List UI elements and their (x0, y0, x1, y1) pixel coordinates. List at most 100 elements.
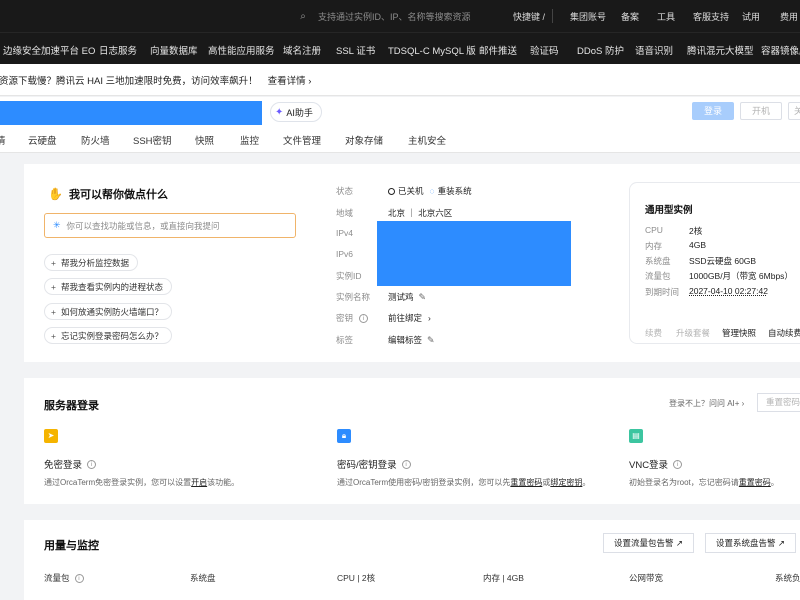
usage-monitor-card (24, 520, 800, 600)
spec-value: 1000GB/月（带宽 6Mbps） (689, 271, 793, 281)
nav-beian[interactable]: 备案 (621, 10, 639, 23)
product-item[interactable]: 边缘安全加速平台 EO (3, 43, 95, 57)
shutdown-button[interactable]: 关机 (788, 102, 800, 120)
stopped-status-icon (388, 187, 395, 195)
tab-host-security[interactable]: 主机安全 (408, 133, 446, 147)
edit-icon: ✎ (427, 334, 435, 345)
chevron-right-icon: › (428, 313, 431, 323)
vnc-login-desc: 初始登录名为root，忘记密码请重置密码。 (629, 478, 779, 487)
spec-key: 系统盘 (645, 256, 671, 266)
status-value: 已关机 ◌ 重装系统 (388, 185, 472, 197)
product-item[interactable]: SSL 证书 (336, 43, 375, 57)
upgrade-link[interactable]: 升级套餐 (676, 327, 710, 339)
ai-helper-title: ✋ 我可以帮你做点什么 (48, 186, 168, 202)
nav-tools[interactable]: 工具 (657, 10, 675, 23)
tab-file-manager[interactable]: 文件管理 (283, 133, 321, 147)
spec-value: SSD云硬盘 60GB (689, 256, 757, 266)
label-key: 密钥 i (336, 312, 369, 324)
product-item[interactable]: DDoS 防护 (577, 43, 624, 57)
instance-header: ✦ AI助手 登录 开机 关机 (0, 97, 800, 131)
ai-question-input[interactable]: ✳ 你可以查找功能或信息，或直接向我提问 (44, 213, 296, 238)
product-item[interactable]: 容器镜像服务 (761, 43, 800, 57)
product-item[interactable]: 高性能应用服务 (208, 43, 275, 57)
info-icon[interactable]: i (87, 459, 97, 469)
shortcut-hint[interactable]: 快捷键 / (513, 10, 545, 23)
tab-firewall[interactable]: 防火墙 (81, 133, 110, 147)
nav-group-account[interactable]: 集团账号 (570, 10, 606, 23)
product-item[interactable]: 向量数据库 (150, 43, 198, 57)
product-item[interactable]: 日志服务 (99, 43, 137, 57)
notice-text: 资源下载慢？腾讯云 HAI 三地加速限时免费，访问效率飙升！ (0, 75, 258, 87)
suggestion-chip[interactable]: + 帮我分析监控数据 (44, 254, 138, 271)
product-item[interactable]: 邮件推送 (479, 43, 517, 57)
tab-monitor[interactable]: 监控 (240, 133, 259, 147)
metric-load: 系统负 (775, 573, 800, 583)
instance-name-value: 测试鸡 ✎ (388, 291, 427, 303)
disk-alert-button[interactable]: 设置系统盘告警 ↗ (705, 533, 796, 553)
spec-key: 流量包 (645, 271, 671, 281)
label-instance-name: 实例名称 (336, 292, 371, 302)
product-item[interactable]: 腾讯混元大模型 (687, 43, 754, 57)
tag-edit-link[interactable]: 编辑标签 ✎ (388, 334, 435, 346)
vnc-login-option[interactable]: VNC登录 i (629, 457, 683, 471)
spec-key: 内存 (645, 241, 663, 251)
info-icon[interactable]: i (74, 573, 84, 583)
traffic-alert-button[interactable]: 设置流量包告警 ↗ (603, 533, 694, 553)
passwordless-login-option[interactable]: 免密登录 i (44, 457, 97, 471)
expire-time-value: 2027-04-10 02:27:42 (689, 286, 768, 296)
info-icon[interactable]: i (673, 459, 683, 469)
ai-helper-title-text: 我可以帮你做点什么 (68, 189, 168, 201)
suggestion-chip[interactable]: + 忘记实例登录密码怎么办？ (44, 327, 172, 344)
notice-link[interactable]: 查看详情 › (268, 73, 312, 87)
tab-overview-partial[interactable]: 情 (0, 133, 6, 147)
ai-assistant-button[interactable]: ✦ AI助手 (270, 102, 322, 122)
tab-object-storage[interactable]: 对象存储 (345, 133, 383, 147)
tab-cloud-disk[interactable]: 云硬盘 (28, 133, 57, 147)
enable-link[interactable]: 开启 (191, 478, 207, 487)
key-bind-link[interactable]: 前往绑定 › (388, 312, 431, 324)
label-status: 状态 (336, 186, 354, 196)
plus-icon: + (51, 330, 56, 341)
product-item[interactable]: TDSQL-C MySQL 版 (388, 43, 476, 57)
loading-icon: ◌ (429, 186, 435, 196)
manage-snapshot-link[interactable]: 管理快照 (722, 327, 756, 339)
divider (552, 9, 553, 23)
metric-cpu: CPU | 2核 (337, 573, 376, 583)
label-instance-id: 实例ID (336, 271, 362, 281)
password-login-option[interactable]: 密码/密钥登录 i (337, 457, 411, 471)
plus-icon: + (51, 306, 56, 317)
passwordless-login-icon: ➤ (44, 429, 58, 443)
renew-link[interactable]: 续费 (645, 327, 662, 339)
login-button[interactable]: 登录 (692, 102, 734, 120)
nav-trial[interactable]: 试用 (742, 10, 760, 23)
passwordless-login-desc: 通过OrcaTerm免密登录实例，您可以设置开启该功能。 (44, 478, 240, 487)
product-item[interactable]: 验证码 (530, 43, 559, 57)
login-help-link[interactable]: 登录不上？问问 AI+ › (669, 398, 744, 409)
nav-support[interactable]: 客服支持 (693, 10, 729, 23)
tab-snapshot[interactable]: 快照 (195, 133, 214, 147)
lock-icon: 🔒︎ (337, 429, 351, 443)
reset-password-button[interactable]: 重置密码 (757, 393, 800, 412)
suggestion-chip[interactable]: + 帮我查看实例内的进程状态 (44, 278, 172, 295)
edit-icon[interactable]: ✎ (419, 292, 427, 303)
product-item[interactable]: 域名注册 (283, 43, 321, 57)
vnc-reset-password-link[interactable]: 重置密码 (739, 478, 771, 487)
info-icon[interactable]: i (359, 313, 369, 323)
auto-renew-link[interactable]: 自动续费 (768, 327, 800, 339)
status-text: 已关机 (398, 186, 424, 196)
usage-title: 用量与监控 (44, 540, 99, 552)
metric-system-disk: 系统盘 (190, 573, 216, 583)
product-item[interactable]: 语音识别 (635, 43, 673, 57)
redacted-instance-title (0, 101, 262, 125)
start-button[interactable]: 开机 (740, 102, 782, 120)
reset-password-link[interactable]: 重置密码 (510, 478, 542, 487)
nav-billing[interactable]: 费用 (780, 10, 798, 23)
wave-hand-icon: ✋ (48, 187, 63, 201)
suggestion-chip[interactable]: + 如何放通实例防火墙端口？ (44, 303, 172, 320)
info-icon[interactable]: i (401, 459, 411, 469)
label-region: 地域 (336, 208, 354, 218)
bind-key-link[interactable]: 绑定密钥 (550, 478, 582, 487)
reinstall-status: 重装系统 (437, 186, 472, 196)
tab-ssh-key[interactable]: SSH密钥 (133, 133, 172, 147)
metric-memory: 内存 | 4GB (483, 573, 524, 583)
